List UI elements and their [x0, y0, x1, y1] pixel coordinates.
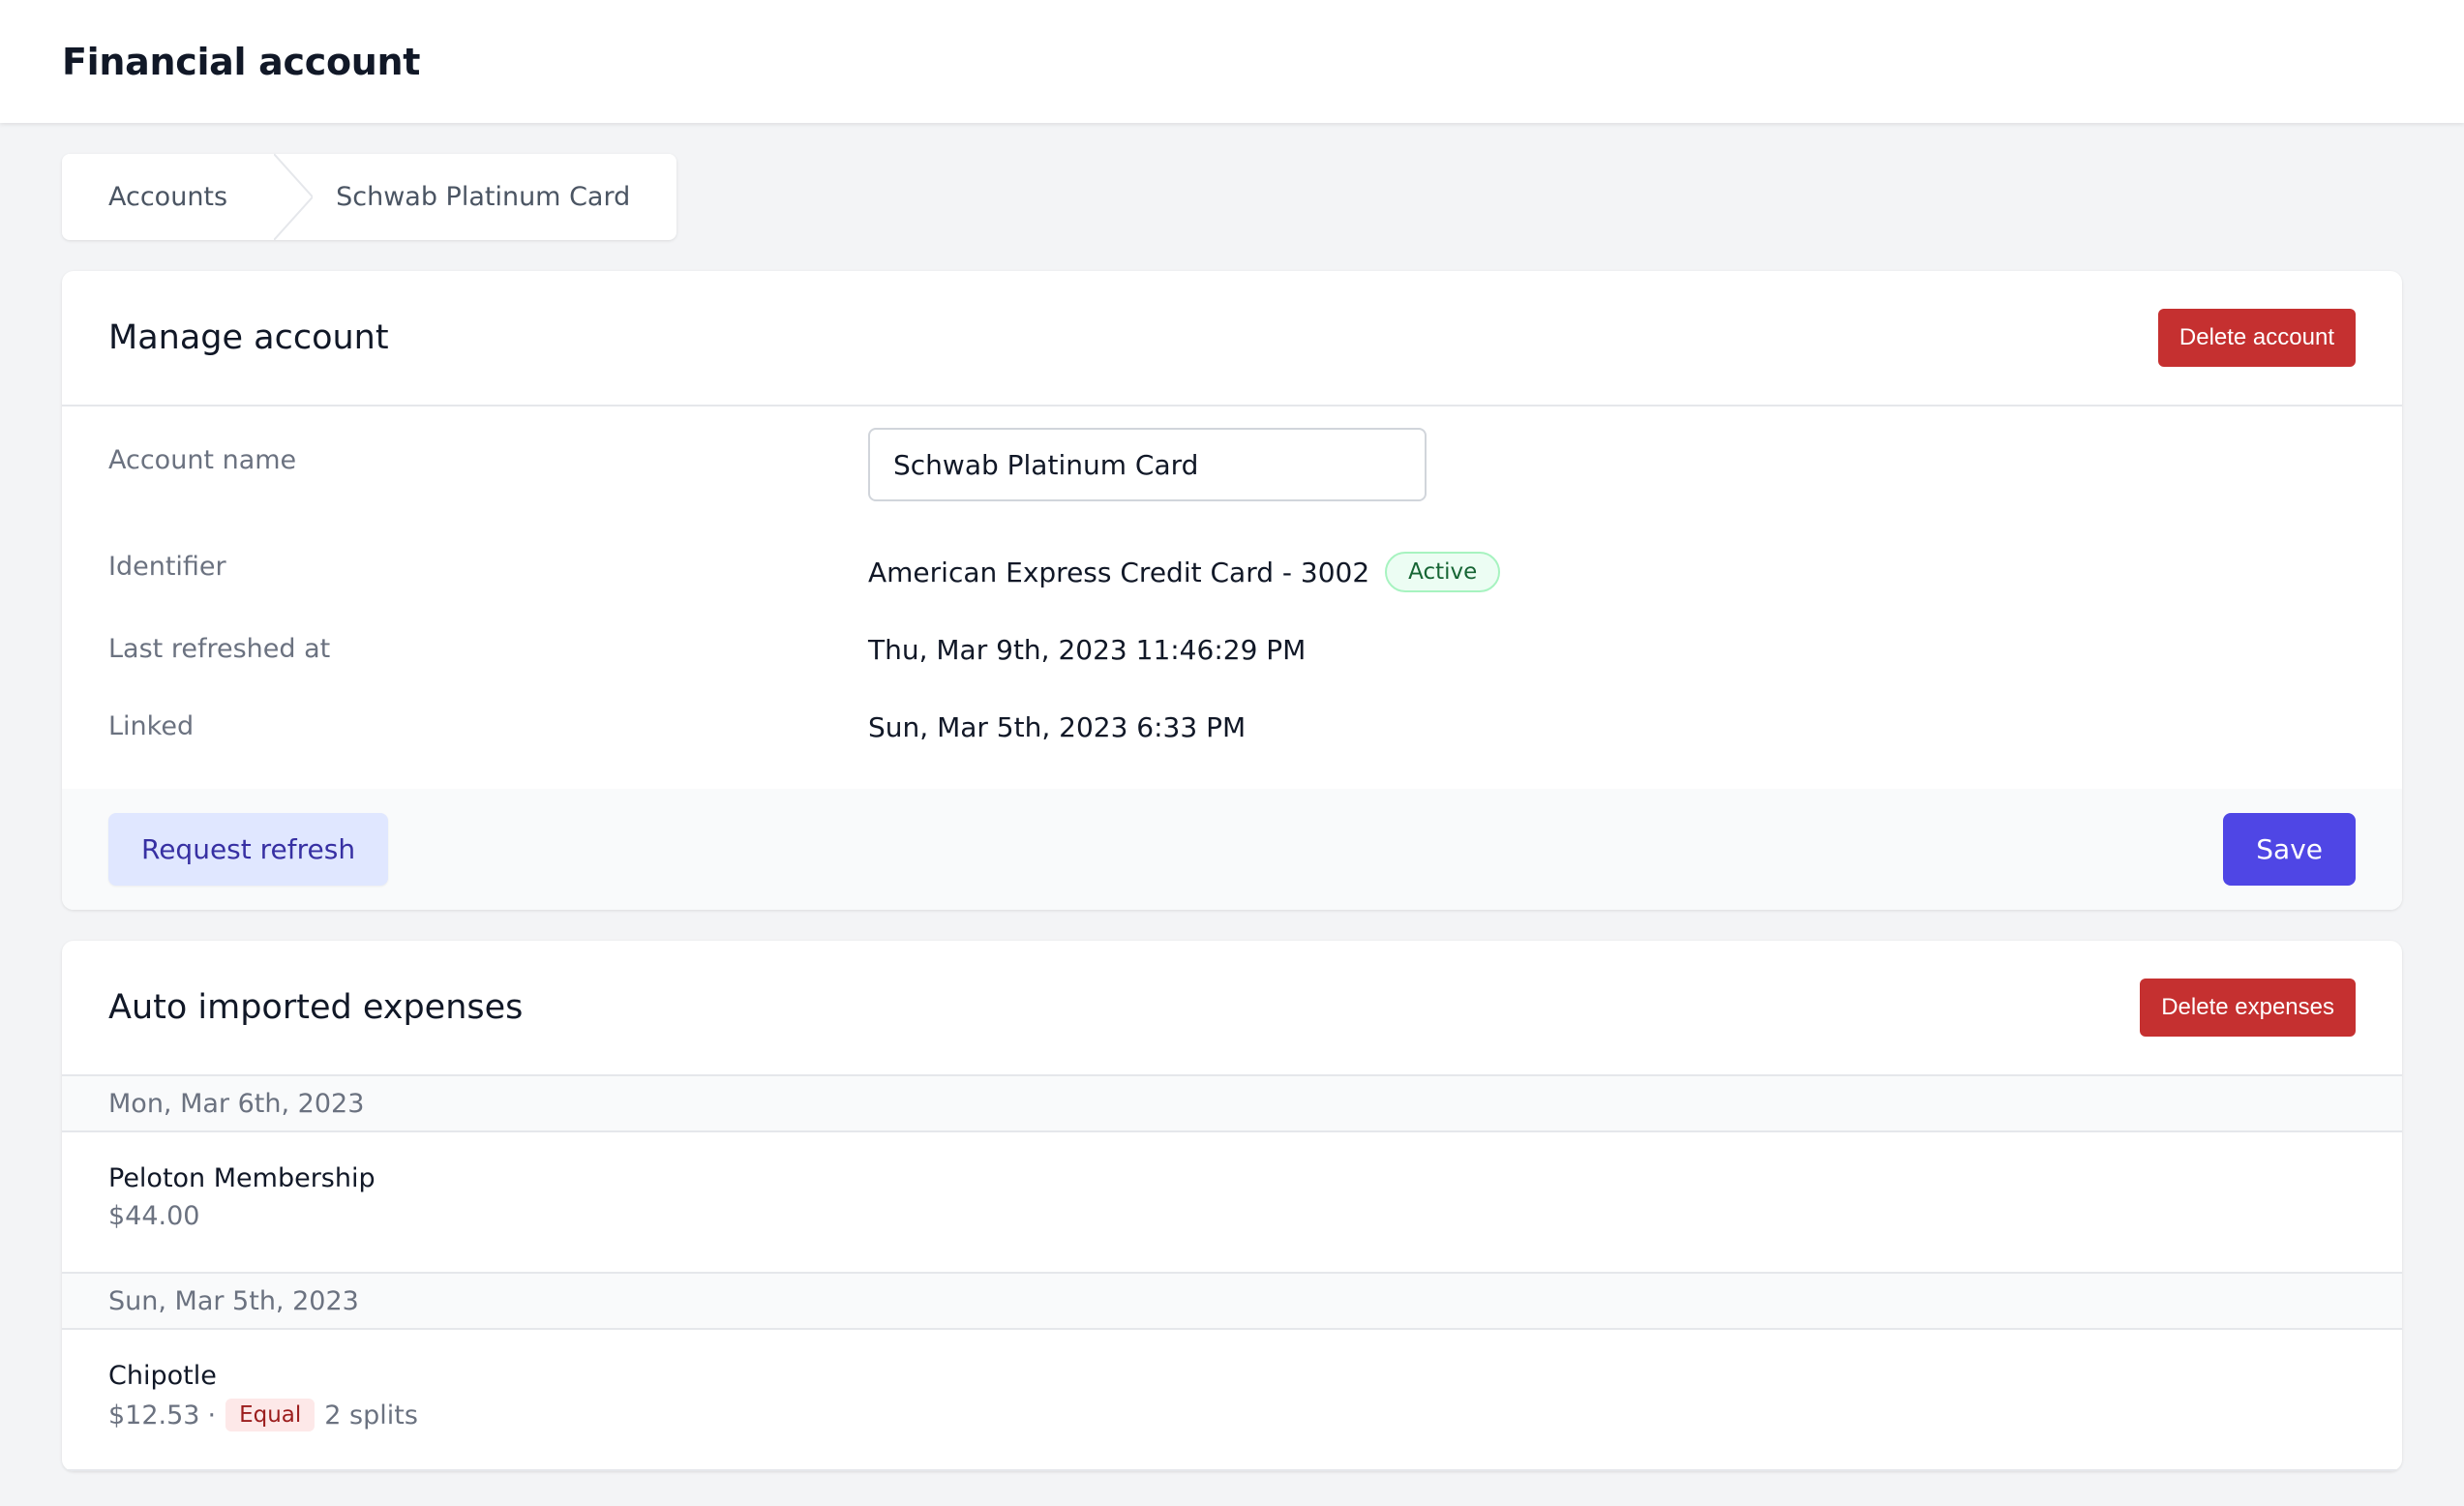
breadcrumb-item-accounts[interactable]: Accounts — [62, 154, 274, 240]
identifier-value-wrap: American Express Credit Card - 3002 Acti… — [868, 552, 1501, 592]
account-name-input[interactable] — [868, 428, 1427, 501]
main-content: Accounts Schwab Platinum Card Manage acc… — [0, 123, 2464, 1471]
expenses-header: Auto imported expenses Delete expenses — [62, 941, 2402, 1076]
request-refresh-button[interactable]: Request refresh — [108, 813, 389, 886]
account-name-label: Account name — [108, 445, 297, 475]
meta-separator: · — [207, 1400, 217, 1431]
breadcrumb: Accounts Schwab Platinum Card — [62, 154, 677, 240]
last-refreshed-value: Thu, Mar 9th, 2023 11:46:29 PM — [868, 634, 1307, 666]
account-name-value-wrap — [868, 428, 1427, 501]
identifier-row: Identifier American Express Credit Card … — [108, 552, 2356, 634]
manage-account-footer: Request refresh Save — [62, 789, 2402, 910]
linked-row: Linked Sun, Mar 5th, 2023 6:33 PM — [108, 711, 2356, 769]
last-refreshed-row: Last refreshed at Thu, Mar 9th, 2023 11:… — [108, 634, 2356, 711]
account-form: Account name Identifier American Express… — [62, 407, 2402, 789]
expenses-title: Auto imported expenses — [108, 988, 524, 1027]
expense-name: Peloton Membership — [108, 1163, 376, 1193]
top-bar: Financial account — [0, 0, 2464, 123]
expense-item-peloton[interactable]: Peloton Membership $44.00 — [62, 1132, 2402, 1274]
manage-account-title: Manage account — [108, 318, 389, 357]
delete-expenses-button[interactable]: Delete expenses — [2140, 979, 2356, 1037]
save-button[interactable]: Save — [2223, 813, 2356, 886]
page-title: Financial account — [62, 40, 421, 83]
delete-account-button[interactable]: Delete account — [2157, 309, 2356, 367]
expense-amount: $44.00 — [108, 1201, 200, 1231]
expense-meta: $44.00 — [108, 1201, 2356, 1231]
date-group-header: Sun, Mar 5th, 2023 — [62, 1274, 2402, 1330]
identifier-label: Identifier — [108, 552, 226, 582]
last-refreshed-label: Last refreshed at — [108, 634, 331, 664]
manage-account-card: Manage account Delete account Account na… — [62, 271, 2402, 910]
expense-amount: $12.53 — [108, 1400, 200, 1431]
split-count: 2 splits — [324, 1400, 418, 1431]
linked-value: Sun, Mar 5th, 2023 6:33 PM — [868, 711, 1247, 743]
expense-name: Chipotle — [108, 1361, 217, 1391]
identifier-value: American Express Credit Card - 3002 — [868, 556, 1370, 588]
split-type-badge: Equal — [225, 1399, 316, 1431]
date-group-header: Mon, Mar 6th, 2023 — [62, 1076, 2402, 1132]
breadcrumb-item-current[interactable]: Schwab Platinum Card — [313, 154, 676, 240]
breadcrumb-chevron-icon — [274, 154, 314, 240]
expense-meta: $12.53 · Equal 2 splits — [108, 1399, 2356, 1431]
linked-label: Linked — [108, 711, 195, 741]
expense-item-chipotle[interactable]: Chipotle $12.53 · Equal 2 splits — [62, 1330, 2402, 1471]
manage-account-header: Manage account Delete account — [62, 271, 2402, 407]
account-name-row: Account name — [108, 428, 2356, 552]
auto-imported-expenses-card: Auto imported expenses Delete expenses M… — [62, 941, 2402, 1471]
status-badge: Active — [1385, 552, 1501, 592]
